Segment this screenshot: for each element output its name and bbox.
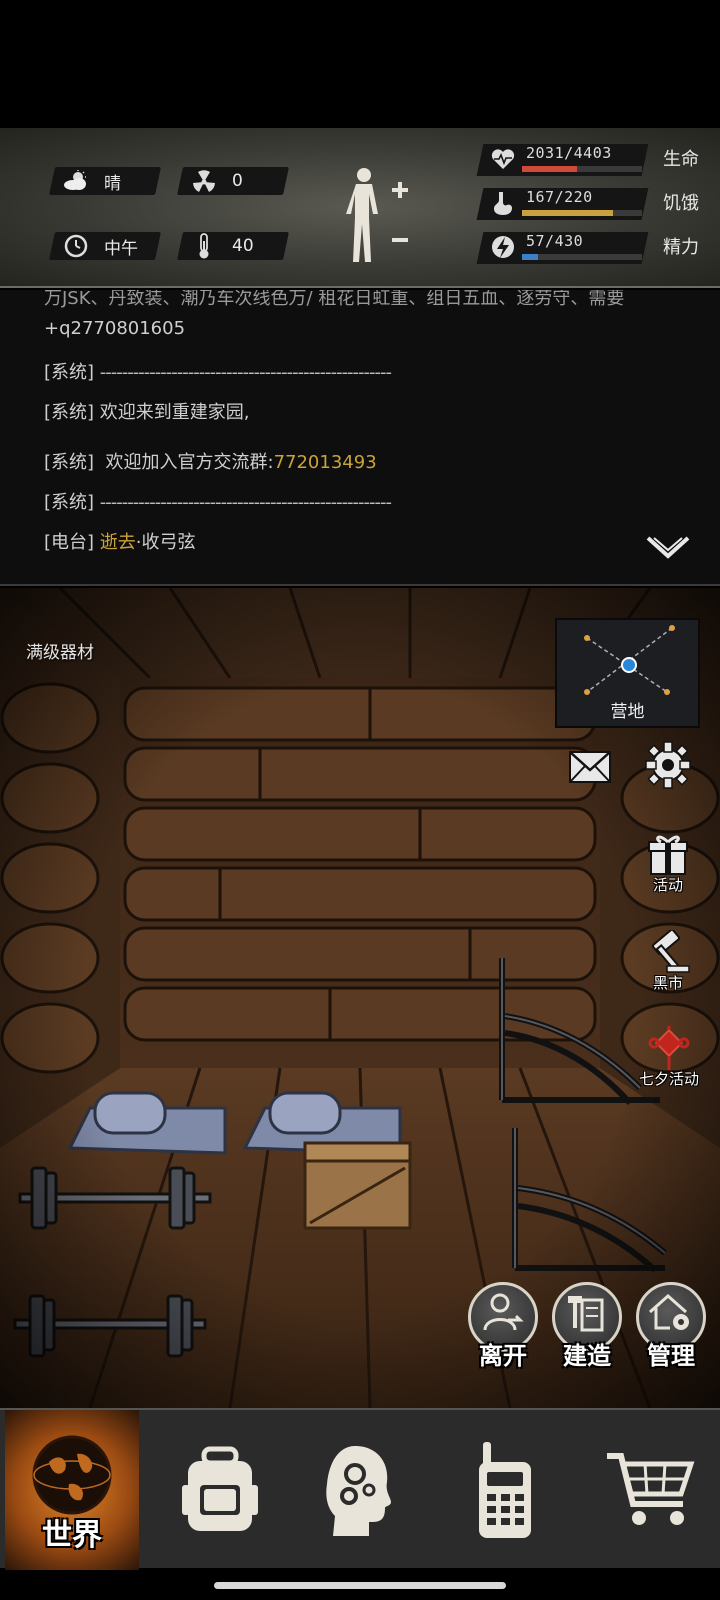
chat-tag: [电台]	[44, 532, 95, 553]
hunger-label: 饥饿	[663, 193, 699, 214]
chat-highlight: 逝去	[99, 532, 136, 553]
heart-pulse-icon	[491, 149, 515, 169]
radiation-icon	[190, 167, 218, 195]
qixi-event-button[interactable]: 七夕活动	[634, 1026, 704, 1089]
gift-icon	[648, 835, 688, 875]
room-title: 满级器材	[26, 643, 94, 663]
chat-line-cut: 万JSK、丹致装、潮乃车次线色万/ 租花日虹重、组日五血、逐劳守、需要	[44, 290, 625, 309]
radiation-value: 0	[232, 171, 243, 191]
chat-line-qq: +q2770801605	[44, 318, 186, 339]
tab-world-label: 世界	[42, 1518, 102, 1553]
temperature-value: 40	[232, 236, 254, 256]
life-fill	[522, 166, 578, 172]
chat-text: ----------------------------------------…	[99, 492, 392, 513]
leave-button[interactable]: 离开	[468, 1282, 538, 1370]
black-market-button[interactable]: 黑市	[643, 930, 693, 993]
home-indicator[interactable]	[214, 1582, 506, 1589]
chat-tag: [系统]	[44, 452, 95, 473]
chat-line: [电台] 逝去·收弓弦	[44, 528, 196, 554]
gavel-icon	[652, 930, 690, 973]
leave-label: 离开	[479, 1342, 527, 1370]
minimap-camp[interactable]: 营地	[555, 618, 700, 728]
radio-icon	[479, 1442, 531, 1538]
build-label: 建造	[563, 1342, 611, 1370]
gear-icon	[645, 741, 691, 789]
manage-label: 管理	[647, 1342, 695, 1370]
tab-world[interactable]: 世界	[5, 1410, 139, 1570]
time-chip: 中午	[49, 232, 161, 260]
life-label: 生命	[663, 149, 699, 170]
brain-skills-icon	[326, 1446, 391, 1536]
tab-backpack[interactable]	[160, 1410, 280, 1570]
hunger-value: 167/220	[526, 188, 593, 206]
chat-line: [系统] -----------------------------------…	[44, 488, 392, 514]
hammer-building-icon	[568, 1296, 604, 1332]
radiation-chip: 0	[177, 167, 289, 195]
mail-button[interactable]	[568, 750, 612, 784]
settings-button[interactable]	[645, 740, 691, 790]
stomach-icon	[494, 192, 512, 215]
weather-label: 晴	[104, 173, 121, 194]
bottom-nav: 世界	[0, 1408, 720, 1570]
events-button[interactable]: 活动	[643, 832, 693, 895]
map-node-icon	[584, 625, 675, 695]
lightning-icon	[492, 236, 514, 258]
thermometer-icon	[190, 232, 218, 260]
time-label: 中午	[104, 238, 138, 259]
mail-icon	[569, 751, 611, 783]
tab-skills[interactable]	[300, 1410, 420, 1570]
cart-icon	[607, 1453, 695, 1525]
chat-line: [系统] 欢迎加入官方交流群:772013493	[44, 448, 377, 474]
events-label: 活动	[652, 876, 683, 894]
temperature-chip: 40	[177, 232, 289, 260]
body-status-figure[interactable]	[346, 166, 436, 266]
chevron-down-icon[interactable]	[646, 534, 690, 566]
chinese-knot-icon	[648, 1026, 690, 1070]
energy-bar: 57/430 精力	[476, 230, 715, 266]
hunger-bar: 167/220 饥饿	[476, 186, 715, 222]
build-button[interactable]: 建造	[552, 1282, 622, 1370]
energy-value: 57/430	[526, 232, 584, 250]
chat-tag: [系统]	[44, 362, 95, 383]
group-number-link[interactable]: 772013493	[274, 452, 377, 473]
chat-tag: [系统]	[44, 402, 95, 423]
cabin-scene[interactable]: 满级器材 营地 活动 黑市 七夕活动 离开 建造 管理	[0, 588, 720, 1408]
globe-icon	[32, 1435, 112, 1515]
chat-text: ·收弓弦	[135, 532, 196, 553]
chat-tag: [系统]	[44, 492, 95, 513]
house-gear-icon	[649, 1293, 689, 1330]
clock-icon	[62, 232, 90, 260]
tab-radio[interactable]	[445, 1410, 565, 1570]
black-market-label: 黑市	[652, 974, 683, 992]
life-bar: 2031/4403 生命	[476, 142, 715, 178]
chat-line: [系统] -----------------------------------…	[44, 358, 392, 384]
energy-fill	[522, 254, 538, 260]
weather-chip: 晴	[49, 167, 161, 195]
status-panel: 晴 0 中午 40 2031/4403 生命 167/220 饥饿 57/430…	[0, 128, 720, 288]
hunger-fill	[522, 210, 614, 216]
qixi-event-label: 七夕活动	[638, 1070, 699, 1088]
minimap-label: 营地	[610, 702, 645, 722]
cloud-sun-icon	[62, 167, 90, 195]
chat-log[interactable]: 万JSK、丹致装、潮乃车次线色万/ 租花日虹重、组日五血、逐劳守、需要 +q27…	[0, 290, 720, 586]
chat-text: ----------------------------------------…	[99, 362, 392, 383]
person-exit-icon	[483, 1293, 524, 1331]
backpack-icon	[182, 1446, 258, 1531]
chat-text: 欢迎来到重建家园,	[99, 402, 250, 423]
manage-button[interactable]: 管理	[636, 1282, 706, 1370]
chat-line: [系统] 欢迎来到重建家园,	[44, 398, 250, 424]
life-value: 2031/4403	[526, 144, 612, 162]
energy-label: 精力	[663, 237, 699, 258]
chat-text: 欢迎加入官方交流群:	[105, 452, 274, 473]
tab-shop[interactable]	[590, 1410, 710, 1570]
